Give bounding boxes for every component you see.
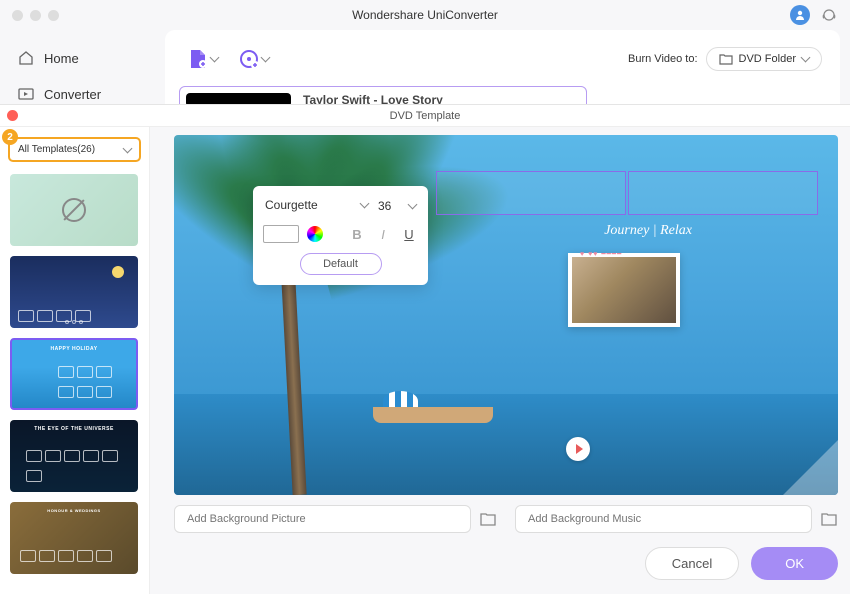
burn-target-label: DVD Folder — [739, 53, 796, 65]
modal-titlebar: DVD Template — [0, 105, 850, 127]
bg-music-input[interactable] — [515, 505, 812, 533]
browse-picture-button[interactable] — [479, 510, 497, 528]
burn-target-dropdown[interactable]: DVD Folder — [706, 47, 822, 71]
chevron-down-icon — [408, 199, 418, 209]
window-controls — [12, 10, 59, 21]
templates-sidebar: 2 All Templates(26) HAPPY HOLIDAY THE EY… — [0, 105, 150, 594]
modal-content: Journey | Relax ♥ ♥♥ ━━━━ Courgette 36 — [150, 105, 850, 594]
modal-close-button[interactable] — [7, 110, 18, 121]
preview-chapter-thumb[interactable]: ♥ ♥♥ ━━━━ — [568, 253, 680, 327]
app-title: Wondershare UniConverter — [352, 8, 498, 22]
no-template-icon — [62, 198, 86, 222]
ok-button[interactable]: OK — [751, 547, 838, 580]
template-thumb-nightsky[interactable] — [10, 256, 138, 328]
title-box-1[interactable] — [436, 171, 626, 215]
close-window[interactable] — [12, 10, 23, 21]
font-size-select[interactable]: 36 — [376, 197, 418, 215]
bg-picture-input[interactable] — [174, 505, 471, 533]
font-color-swatch[interactable] — [263, 225, 299, 243]
chevron-down-icon — [801, 53, 811, 63]
font-family-value: Courgette — [265, 198, 318, 212]
preview-subtitle: Journey | Relax — [604, 223, 692, 239]
folder-icon — [719, 52, 733, 66]
thumb-title: HAPPY HOLIDAY — [50, 346, 97, 352]
chevron-down-icon — [210, 53, 220, 63]
play-preview-button[interactable] — [566, 437, 590, 461]
underline-button[interactable]: U — [400, 225, 418, 243]
chevron-down-icon — [123, 143, 133, 153]
burn-label: Burn Video to: — [628, 53, 698, 65]
chevron-down-icon — [261, 53, 271, 63]
italic-button[interactable]: I — [374, 225, 392, 243]
color-picker-icon[interactable] — [307, 226, 323, 242]
modal-footer: Cancel OK — [174, 547, 838, 586]
add-disc-button[interactable] — [234, 44, 273, 74]
maximize-window[interactable] — [48, 10, 59, 21]
user-account-icon[interactable] — [790, 5, 810, 25]
nav-home-label: Home — [44, 51, 79, 66]
template-thumbnails-list: HAPPY HOLIDAY THE EYE OF THE UNIVERSE HO… — [0, 168, 149, 580]
title-edit-boxes — [436, 171, 818, 215]
titlebar: Wondershare UniConverter — [0, 0, 850, 30]
home-icon — [18, 50, 34, 66]
template-thumb-holiday[interactable]: HAPPY HOLIDAY — [10, 338, 138, 410]
chevron-down-icon — [360, 199, 370, 209]
nav-converter-label: Converter — [44, 87, 101, 102]
template-thumb-wedding[interactable]: HONOUR & WEDDINGS — [10, 502, 138, 574]
support-icon[interactable] — [820, 6, 838, 24]
template-thumb-universe[interactable]: THE EYE OF THE UNIVERSE — [10, 420, 138, 492]
templates-filter-label: All Templates(26) — [18, 144, 95, 155]
text-style-popover: Courgette 36 B I U Default — [253, 186, 428, 285]
add-file-button[interactable] — [183, 44, 222, 74]
template-thumb-none[interactable] — [10, 174, 138, 246]
converter-icon — [18, 86, 34, 102]
reset-default-button[interactable]: Default — [300, 253, 382, 275]
font-size-value: 36 — [378, 199, 391, 213]
add-disc-icon — [238, 48, 260, 70]
corner-fold-graphic — [783, 440, 838, 495]
background-inputs — [174, 505, 838, 533]
title-box-2[interactable] — [628, 171, 818, 215]
bold-button[interactable]: B — [348, 225, 366, 243]
modal-title: DVD Template — [390, 110, 461, 122]
thumb-title: HONOUR & WEDDINGS — [47, 508, 100, 513]
add-file-icon — [187, 48, 209, 70]
templates-filter-dropdown[interactable]: 2 All Templates(26) — [8, 137, 141, 162]
boat-graphic — [373, 393, 493, 423]
minimize-window[interactable] — [30, 10, 41, 21]
nav-home[interactable]: Home — [0, 40, 165, 76]
browse-music-button[interactable] — [820, 510, 838, 528]
callout-badge-2: 2 — [2, 129, 18, 145]
thumb-title: THE EYE OF THE UNIVERSE — [34, 426, 114, 432]
dvd-template-modal: DVD Template 2 All Templates(26) HAPPY H… — [0, 104, 850, 594]
cancel-button[interactable]: Cancel — [645, 547, 739, 580]
toolbar: Burn Video to: DVD Folder — [179, 38, 826, 80]
play-icon — [576, 444, 583, 454]
font-family-select[interactable]: Courgette — [263, 196, 370, 215]
